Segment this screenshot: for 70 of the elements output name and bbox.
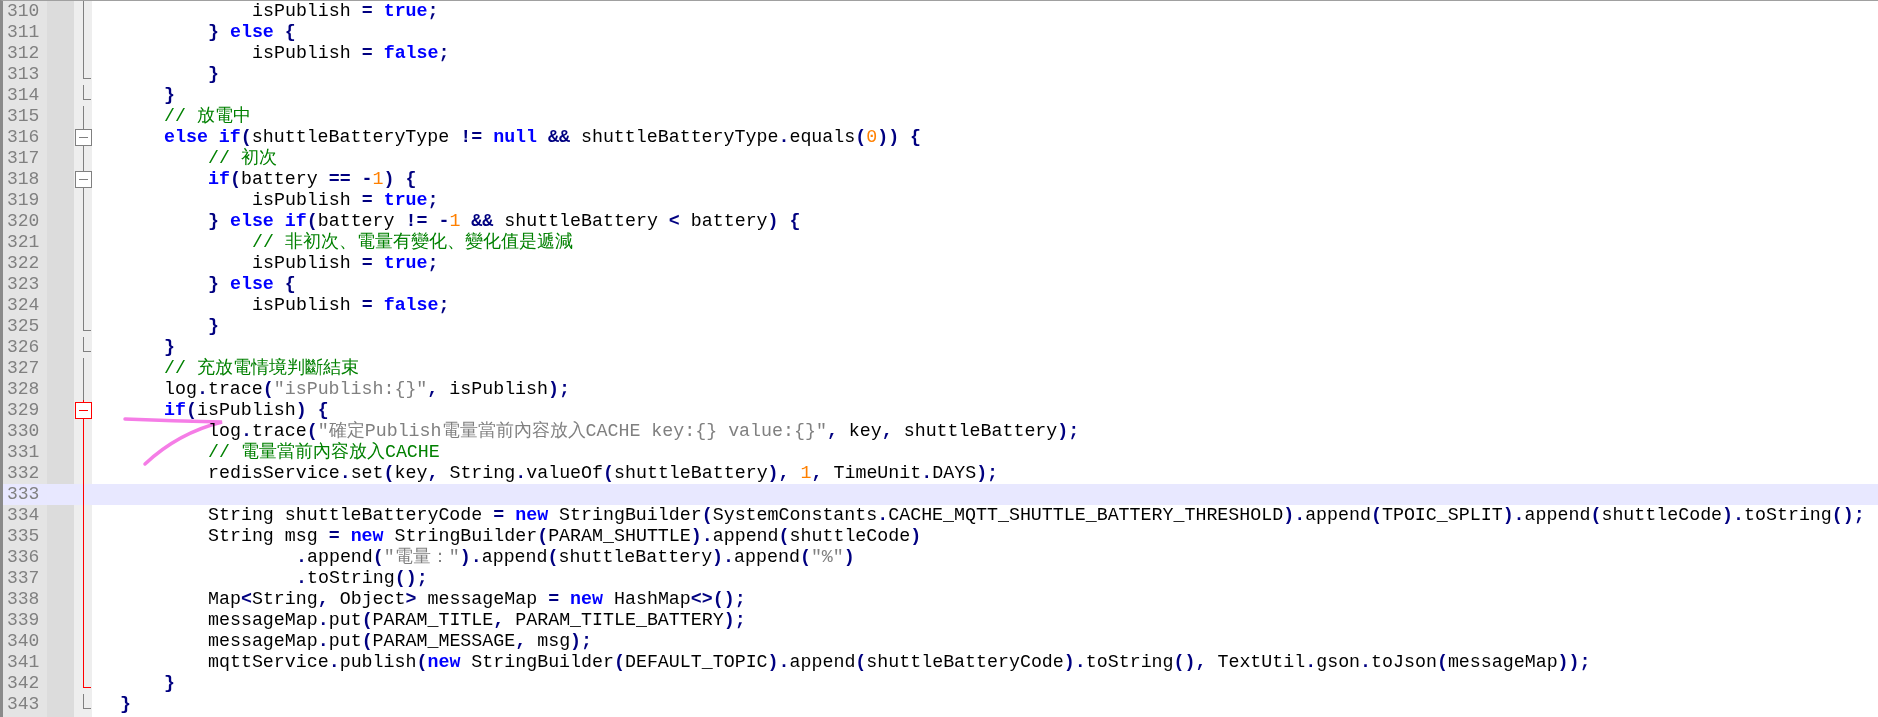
line-number: 314 <box>7 85 40 106</box>
line-number: 326 <box>7 337 40 358</box>
code-line: redisService.set(key, String.valueOf(shuttleBattery), 1, TimeUnit.DAYS); <box>208 463 999 484</box>
code-line: } <box>164 337 175 358</box>
line-number: 328 <box>7 379 40 400</box>
line-number: 313 <box>7 64 40 85</box>
line-number: 325 <box>7 316 40 337</box>
line-number: 332 <box>7 463 40 484</box>
line-number: 318 <box>7 169 40 190</box>
code-line: if(battery == -1) { <box>208 169 417 190</box>
code-line: else if(shuttleBatteryType != null && shuttleBatteryType.equals(0)) { <box>164 127 922 148</box>
line-number: 321 <box>7 232 40 253</box>
fold-minus-icon[interactable] <box>74 127 92 148</box>
code-line: isPublish = false; <box>252 295 450 316</box>
code-line: } else { <box>208 274 296 295</box>
line-number: 333 <box>7 484 40 505</box>
line-number: 331 <box>7 442 40 463</box>
line-number: 337 <box>7 568 40 589</box>
line-number: 327 <box>7 358 40 379</box>
code-line: isPublish = true; <box>252 1 439 22</box>
line-number: 336 <box>7 547 40 568</box>
line-number: 312 <box>7 43 40 64</box>
code-line: String shuttleBatteryCode = new StringBuilder(SystemConstants.CACHE_MQTT_SHUTTLE_BATTERY_THRESHOLD).append(TPOIC_SPLIT).append(shuttleCode).toString(); <box>208 505 1865 526</box>
line-number: 330 <box>7 421 40 442</box>
code-line: // 充放電情境判斷結束 <box>164 358 359 379</box>
line-number: 319 <box>7 190 40 211</box>
code-line: if(isPublish) { <box>164 400 329 421</box>
line-number: 317 <box>7 148 40 169</box>
code-line: // 非初次、電量有變化、變化值是遞減 <box>252 232 573 253</box>
code-line: } <box>164 673 175 694</box>
code-line: } <box>208 316 219 337</box>
line-number: 343 <box>7 694 40 715</box>
code-line: } <box>164 85 175 106</box>
line-number: 311 <box>7 22 40 43</box>
code-line: isPublish = false; <box>252 43 450 64</box>
code-line: isPublish = true; <box>252 253 439 274</box>
line-number: 335 <box>7 526 40 547</box>
line-number: 340 <box>7 631 40 652</box>
line-number: 334 <box>7 505 40 526</box>
code-line: messageMap.put(PARAM_TITLE, PARAM_TITLE_BATTERY); <box>208 610 746 631</box>
line-number: 316 <box>7 127 40 148</box>
code-line: .toString(); <box>296 568 428 589</box>
code-line: .append("電量：").append(shuttleBattery).append("%") <box>296 547 855 568</box>
code-line: messageMap.put(PARAM_MESSAGE, msg); <box>208 631 593 652</box>
line-number: 310 <box>7 1 40 22</box>
code-line: // 電量當前內容放入CACHE <box>208 442 440 463</box>
line-number: 338 <box>7 589 40 610</box>
line-number: 315 <box>7 106 40 127</box>
fold-minus-icon[interactable] <box>74 400 92 421</box>
code-line: // 放電中 <box>164 106 251 127</box>
fold-minus-icon[interactable] <box>74 169 92 190</box>
code-line: String msg = new StringBuilder(PARAM_SHUTTLE).append(shuttleCode) <box>208 526 922 547</box>
code-line: } else { <box>208 22 296 43</box>
line-number: 329 <box>7 400 40 421</box>
line-number: 342 <box>7 673 40 694</box>
line-number: 324 <box>7 295 40 316</box>
line-number: 341 <box>7 652 40 673</box>
code-line: } else if(battery != -1 && shuttleBattery < battery) { <box>208 211 801 232</box>
code-line: log.trace("確定Publish電量當前內容放入CACHE key:{} value:{}", key, shuttleBattery); <box>208 421 1080 442</box>
code-line: mqttService.publish(new StringBuilder(DEFAULT_TOPIC).append(shuttleBatteryCode).toString(), TextUtil.gson.toJson(messageMap)); <box>208 652 1591 673</box>
line-number: 323 <box>7 274 40 295</box>
code-line: Map<String, Object> messageMap = new HashMap<>(); <box>208 589 746 610</box>
line-number: 339 <box>7 610 40 631</box>
line-number: 322 <box>7 253 40 274</box>
code-line: // 初次 <box>208 148 277 169</box>
line-number: 320 <box>7 211 40 232</box>
code-line: } <box>208 64 219 85</box>
code-line: } <box>120 694 131 715</box>
code-line: log.trace("isPublish:{}", isPublish); <box>164 379 570 400</box>
code-line: isPublish = true; <box>252 190 439 211</box>
